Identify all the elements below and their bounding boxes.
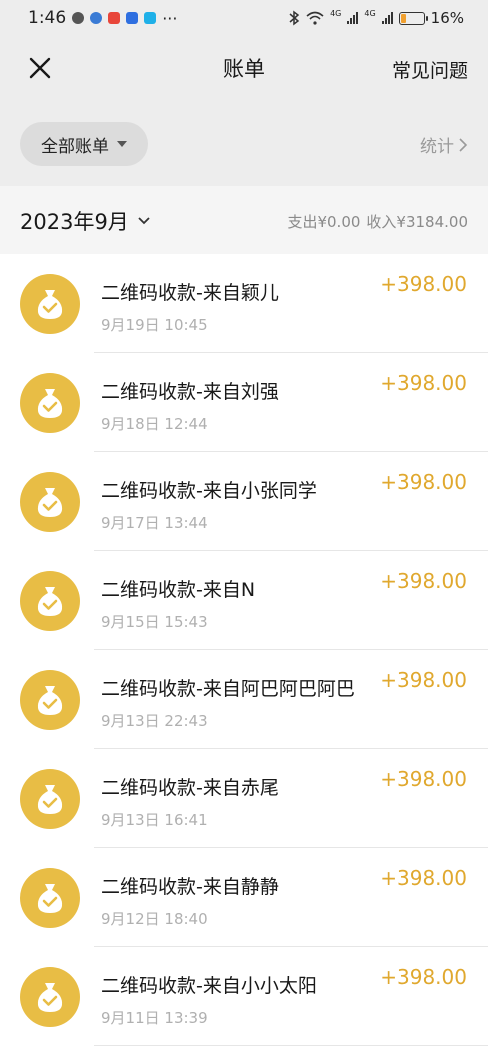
status-time: 1:46 <box>28 8 67 28</box>
transaction-title: 二维码收款-来自刘强 <box>101 381 279 403</box>
status-right: 4G 4G 16% <box>288 9 464 27</box>
transaction-amount: +398.00 <box>380 965 467 989</box>
status-bar: 1:46 ··· 4G 4G 16% <box>0 0 488 36</box>
transaction-amount: +398.00 <box>380 569 467 593</box>
transaction-time: 9月18日 12:44 <box>101 415 208 433</box>
list-item[interactable]: 二维码收款-来自静静 9月12日 18:40 +398.00 <box>0 848 488 947</box>
income-total: 收入¥3184.00 <box>366 213 468 231</box>
bill-filter-dropdown[interactable]: 全部账单 <box>20 122 148 166</box>
transaction-title: 二维码收款-来自小小太阳 <box>101 975 317 997</box>
transaction-time: 9月13日 22:43 <box>101 712 208 730</box>
transaction-amount: +398.00 <box>380 272 467 296</box>
faq-link[interactable]: 常见问题 <box>392 56 468 83</box>
month-header: 2023年9月 支出¥0.00 收入¥3184.00 <box>0 186 488 254</box>
list-item[interactable]: 二维码收款-来自小张同学 9月17日 13:44 +398.00 <box>0 452 488 551</box>
list-item[interactable]: 二维码收款-来自刘强 9月18日 12:44 +398.00 <box>0 353 488 452</box>
month-selector[interactable]: 2023年9月 <box>20 206 151 236</box>
expense-total: 支出¥0.00 <box>287 213 361 231</box>
transaction-title: 二维码收款-来自小张同学 <box>101 480 317 502</box>
list-item[interactable]: 二维码收款-来自颖儿 9月19日 10:45 +398.00 <box>0 254 488 353</box>
stats-link[interactable]: 统计 <box>420 132 468 157</box>
transaction-amount: +398.00 <box>380 371 467 395</box>
list-item[interactable]: 二维码收款-来自N 9月15日 15:43 +398.00 <box>0 551 488 650</box>
transaction-time: 9月12日 18:40 <box>101 910 208 928</box>
transaction-time: 9月13日 16:41 <box>101 811 208 829</box>
list-item[interactable]: 二维码收款-来自阿巴阿巴阿巴 9月13日 22:43 +398.00 <box>0 650 488 749</box>
transaction-title: 二维码收款-来自N <box>101 579 256 601</box>
transaction-amount: +398.00 <box>380 668 467 692</box>
list-item[interactable]: 二维码收款-来自小小太阳 9月11日 13:39 +398.00 <box>0 947 488 1046</box>
signal-icon <box>347 12 359 24</box>
money-bag-icon <box>20 670 80 730</box>
network-type-label: 4G <box>330 9 342 18</box>
money-bag-icon <box>20 472 80 532</box>
money-bag-icon <box>20 571 80 631</box>
transaction-amount: +398.00 <box>380 767 467 791</box>
chevron-down-icon <box>138 217 150 225</box>
network-type-label: 4G <box>364 9 376 18</box>
bluetooth-icon <box>289 10 300 26</box>
battery-percent: 16% <box>430 9 464 27</box>
money-bag-icon <box>20 373 80 433</box>
status-left: 1:46 ··· <box>28 8 177 28</box>
list-item[interactable]: 二维码收款-来自赤尾 9月13日 16:41 +398.00 <box>0 749 488 848</box>
transaction-time: 9月19日 10:45 <box>101 316 208 334</box>
transaction-time: 9月11日 13:39 <box>101 1009 208 1027</box>
transaction-time: 9月17日 13:44 <box>101 514 208 532</box>
transaction-title: 二维码收款-来自赤尾 <box>101 777 279 799</box>
app-notification-icon <box>108 12 121 24</box>
stats-label: 统计 <box>420 137 454 157</box>
close-icon[interactable] <box>26 54 54 82</box>
money-bag-icon <box>20 274 80 334</box>
money-bag-icon <box>20 868 80 928</box>
app-notification-icon <box>90 12 103 24</box>
divider <box>94 1045 488 1046</box>
bill-filter-label: 全部账单 <box>41 136 109 157</box>
transaction-title: 二维码收款-来自颖儿 <box>101 282 279 304</box>
chevron-right-icon <box>459 137 468 152</box>
signal-icon <box>381 12 393 24</box>
nav-bar: 账单 常见问题 <box>0 36 488 100</box>
wifi-icon <box>306 11 324 25</box>
money-bag-icon <box>20 769 80 829</box>
month-label: 2023年9月 <box>20 210 129 234</box>
transaction-title: 二维码收款-来自静静 <box>101 876 279 898</box>
page-title: 账单 <box>223 57 265 81</box>
transaction-amount: +398.00 <box>380 866 467 890</box>
notification-icon <box>72 12 85 24</box>
transaction-time: 9月15日 15:43 <box>101 613 208 631</box>
app-notification-icon <box>144 12 157 24</box>
money-bag-icon <box>20 967 80 1027</box>
month-summary: 支出¥0.00 收入¥3184.00 <box>287 211 468 232</box>
more-notifications-icon: ··· <box>162 8 178 28</box>
transaction-list: 二维码收款-来自颖儿 9月19日 10:45 +398.00 二维码收款-来自刘… <box>0 254 488 1059</box>
transaction-title: 二维码收款-来自阿巴阿巴阿巴 <box>101 678 355 700</box>
transaction-amount: +398.00 <box>380 470 467 494</box>
caret-down-icon <box>117 141 127 147</box>
app-notification-icon <box>126 12 139 24</box>
battery-icon <box>398 11 428 25</box>
filter-row: 全部账单 统计 <box>0 120 488 168</box>
